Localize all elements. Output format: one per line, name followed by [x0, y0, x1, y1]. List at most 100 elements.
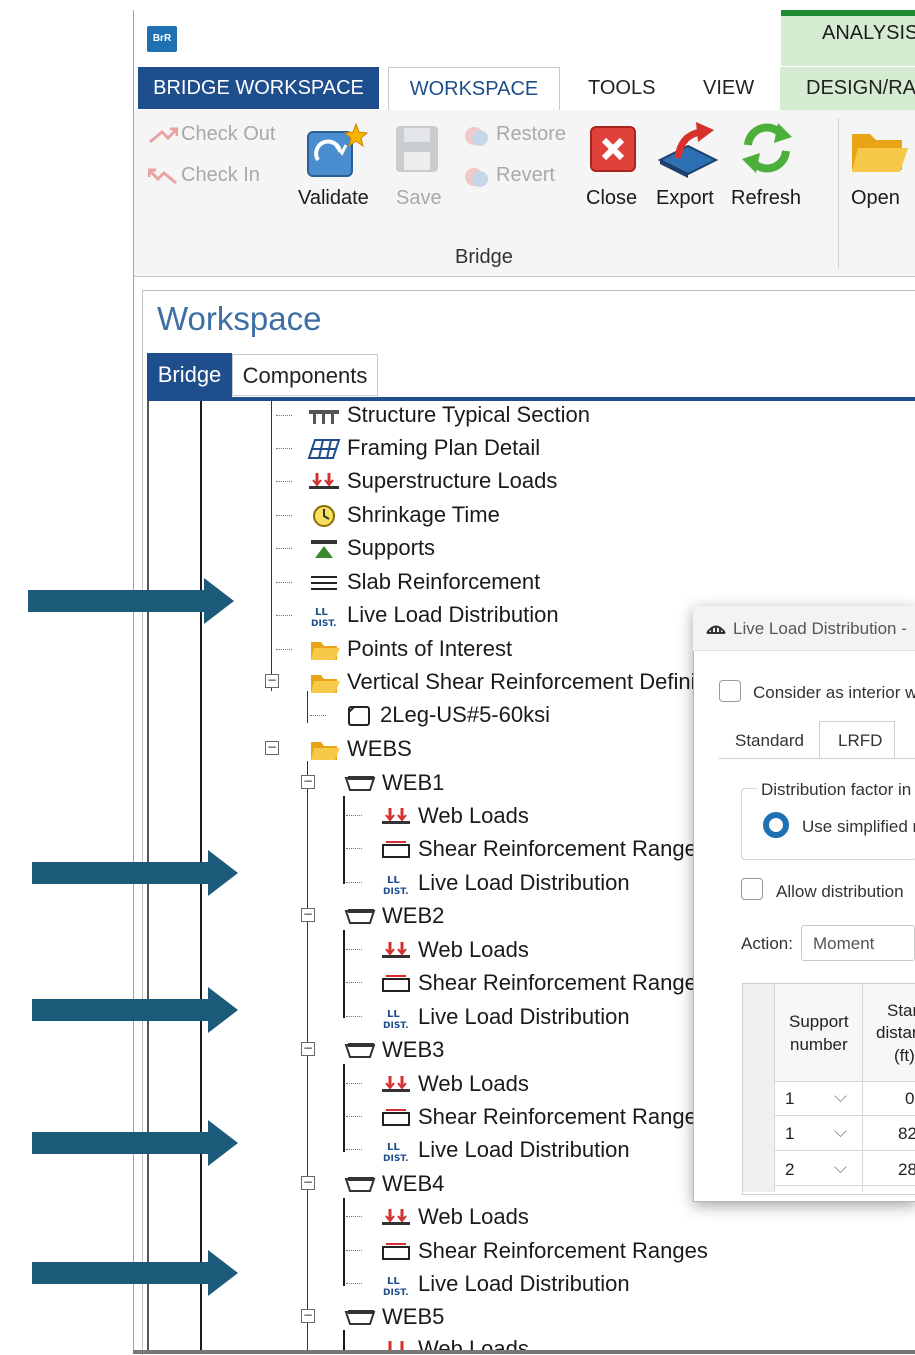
tab-bridge[interactable]: Bridge	[147, 353, 232, 397]
open-button[interactable]: Open	[851, 187, 900, 210]
consider-interior-checkbox[interactable]	[719, 680, 741, 702]
tree-label: Live Load Distribution	[418, 1137, 630, 1162]
tree-connector	[346, 848, 362, 849]
tab-workspace[interactable]: WORKSPACE	[388, 67, 560, 111]
tree-item-web5-web-loads[interactable]: Web Loads	[380, 1334, 529, 1350]
tab-tools[interactable]: TOOLS	[588, 67, 655, 109]
tree-item-web3-web-loads[interactable]: Web Loads	[380, 1069, 529, 1099]
tree-item-web1-shear-ranges[interactable]: Shear Reinforcement Range	[380, 834, 697, 864]
svg-text:LL: LL	[315, 607, 328, 618]
collapse-toggle[interactable]: −	[301, 1176, 315, 1190]
tree-item-web4-shear-ranges[interactable]: Shear Reinforcement Ranges	[380, 1236, 708, 1266]
slab-reinforcement-icon	[311, 576, 337, 591]
tree-item-shear-definition[interactable]: 2Leg-US#5-60ksi	[344, 700, 550, 730]
chevron-down-icon[interactable]: ⌵	[834, 1087, 847, 1107]
collapse-toggle[interactable]: −	[301, 908, 315, 922]
svg-text:DIST.: DIST.	[383, 1154, 409, 1163]
tree-connector	[346, 1283, 362, 1284]
tree-guide-line	[271, 401, 272, 691]
close-button[interactable]: Close	[586, 187, 637, 210]
tab-standard[interactable]: Standard	[735, 731, 804, 751]
tree-label: Web Loads	[418, 937, 529, 962]
use-simplified-radio[interactable]	[763, 812, 789, 838]
tree-item-web2-live-load-distribution[interactable]: LL DIST. Live Load Distribution	[380, 1002, 630, 1032]
tree-label: Superstructure Loads	[347, 468, 558, 493]
tree-item-webs[interactable]: WEBS	[307, 734, 412, 764]
restore-icon	[465, 127, 488, 146]
loads-icon	[382, 1209, 410, 1226]
collapse-toggle[interactable]: −	[265, 741, 279, 755]
folder-open-icon	[311, 675, 340, 694]
tree-label: Structure Typical Section	[347, 402, 590, 427]
export-button[interactable]: Export	[656, 187, 714, 210]
structure-section-icon	[309, 410, 339, 425]
tree-item-web2[interactable]: WEB2	[344, 901, 444, 931]
shear-ranges-icon	[382, 975, 410, 993]
tree-item-web4[interactable]: WEB4	[344, 1169, 444, 1199]
folder-open-icon	[311, 742, 340, 761]
tree-item-superstructure-loads[interactable]: Superstructure Loads	[307, 466, 557, 496]
tree-item-structure-typical-section[interactable]: Structure Typical Section	[307, 400, 590, 430]
tree-item-framing-plan-detail[interactable]: Framing Plan Detail	[307, 433, 540, 463]
collapse-toggle[interactable]: −	[301, 775, 315, 789]
save-icon	[396, 126, 438, 172]
tree-label: WEB3	[382, 1037, 445, 1062]
revert-button[interactable]: Revert	[496, 164, 555, 187]
chevron-down-icon[interactable]: ⌵	[834, 1122, 847, 1142]
validate-icon	[307, 122, 368, 177]
allow-distribution-checkbox[interactable]	[741, 878, 763, 900]
validate-button[interactable]: Validate	[298, 187, 369, 210]
row2-start[interactable]: 82	[898, 1124, 915, 1144]
restore-button[interactable]: Restore	[496, 123, 566, 146]
tree-item-supports[interactable]: Supports	[307, 533, 435, 563]
row1-support[interactable]: 1	[785, 1089, 794, 1109]
refresh-button[interactable]: Refresh	[731, 187, 801, 210]
tree-item-web1-live-load-distribution[interactable]: LL DIST. Live Load Distribution	[380, 868, 630, 898]
row3-support[interactable]: 2	[785, 1160, 794, 1180]
row1-start[interactable]: 0	[905, 1089, 914, 1109]
tree-item-web2-web-loads[interactable]: Web Loads	[380, 935, 529, 965]
tree-label: Web Loads	[418, 1071, 529, 1096]
tree-item-vertical-shear[interactable]: Vertical Shear Reinforcement Defini	[307, 667, 696, 697]
tree-label: Shear Reinforcement Range	[418, 1104, 697, 1129]
tree-item-web2-shear-ranges[interactable]: Shear Reinforcement Range	[380, 968, 697, 998]
web-girder-icon	[344, 1177, 376, 1193]
tab-view[interactable]: VIEW	[703, 67, 754, 109]
tree-item-web5[interactable]: WEB5	[344, 1302, 444, 1332]
tree-item-web3[interactable]: WEB3	[344, 1035, 444, 1065]
tree-item-shrinkage-time[interactable]: Shrinkage Time	[307, 500, 500, 530]
collapse-toggle[interactable]: −	[301, 1042, 315, 1056]
tab-design-rating[interactable]: DESIGN/RA	[780, 67, 915, 111]
check-out-button[interactable]: Check Out	[181, 123, 275, 146]
tree-item-web4-live-load-distribution[interactable]: LL DIST. Live Load Distribution	[380, 1269, 630, 1299]
panel-bottom-edge	[133, 1350, 915, 1354]
tree-item-live-load-distribution[interactable]: LL DIST. Live Load Distribution	[307, 600, 559, 630]
tree-item-web1-web-loads[interactable]: Web Loads	[380, 801, 529, 831]
tree-label: Shear Reinforcement Range	[418, 970, 697, 995]
tree-item-slab-reinforcement[interactable]: Slab Reinforcement	[307, 567, 540, 597]
row3-start[interactable]: 28	[898, 1160, 915, 1180]
shear-ranges-icon	[382, 1109, 410, 1127]
tree-item-web3-live-load-distribution[interactable]: LL DIST. Live Load Distribution	[380, 1135, 630, 1165]
collapse-toggle[interactable]: −	[265, 674, 279, 688]
row2-support[interactable]: 1	[785, 1124, 794, 1144]
tab-bridge-workspace[interactable]: BRIDGE WORKSPACE	[138, 67, 379, 109]
loads-icon	[388, 1341, 404, 1350]
check-in-button[interactable]: Check In	[181, 164, 260, 187]
ll-dist-icon: LLDIST.	[383, 875, 409, 896]
annotation-arrow-icon	[32, 1120, 238, 1166]
tree-item-web3-shear-ranges[interactable]: Shear Reinforcement Range	[380, 1102, 697, 1132]
tree-item-points-of-interest[interactable]: Points of Interest	[307, 634, 512, 664]
tree-label: WEB2	[382, 903, 445, 928]
tree-item-web1[interactable]: WEB1	[344, 768, 444, 798]
collapse-toggle[interactable]: −	[301, 1309, 315, 1323]
tab-lrfd[interactable]: LRFD	[838, 731, 882, 751]
save-button[interactable]: Save	[396, 187, 442, 210]
tab-components[interactable]: Components	[232, 354, 378, 396]
chevron-down-icon[interactable]: ⌵	[834, 1158, 847, 1178]
tree-item-web4-web-loads[interactable]: Web Loads	[380, 1202, 529, 1232]
tree-label: Shear Reinforcement Ranges	[418, 1238, 708, 1263]
annotation-arrow-icon	[32, 987, 238, 1033]
web-girder-icon	[344, 1310, 376, 1326]
loads-icon	[382, 942, 410, 959]
